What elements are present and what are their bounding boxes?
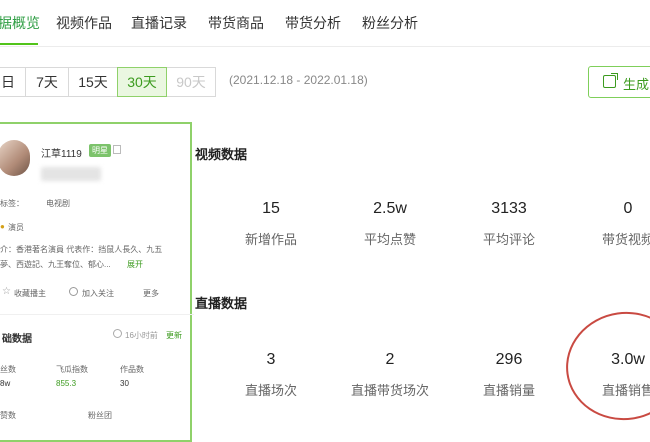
bio-line-2: 夢、西遊記、九王奪位、郁心... bbox=[0, 260, 111, 269]
tab-fans-analysis[interactable]: 粉丝分析 bbox=[362, 13, 418, 33]
verified-badge: 明星 bbox=[89, 144, 111, 157]
metric-live-volume-value: 296 bbox=[495, 351, 523, 368]
metric-sales-videos-value: 0 bbox=[623, 200, 633, 217]
date-range-text: (2021.12.18 - 2022.01.18) bbox=[229, 73, 368, 87]
tab-live-records[interactable]: 直播记录 bbox=[131, 13, 187, 33]
metric-new-works-label: 新增作品 bbox=[244, 232, 297, 247]
stat-label-fan-club: 粉丝团 bbox=[88, 411, 112, 420]
metric-live-sales-sessions-value: 2 bbox=[385, 351, 395, 368]
range-90d-button[interactable]: 90天 bbox=[166, 67, 216, 97]
stat-label-likes: 赞数 bbox=[0, 411, 16, 420]
live-data-title: 直播数据 bbox=[195, 296, 248, 311]
blurred-account-id bbox=[41, 167, 101, 181]
follow-icon bbox=[69, 287, 78, 296]
tab-products[interactable]: 带货商品 bbox=[208, 13, 264, 33]
update-time: 16小时前 bbox=[125, 331, 158, 340]
metric-sales-videos-label: 带货视频 bbox=[601, 232, 650, 247]
basic-data-title: 础数据 bbox=[2, 334, 32, 345]
metric-new-works-value: 15 bbox=[262, 200, 280, 217]
stat-label-index: 飞瓜指数 bbox=[56, 365, 88, 374]
export-icon bbox=[603, 73, 618, 88]
range-yesterday-button[interactable]: 日 bbox=[0, 67, 26, 97]
red-annotation-circle bbox=[559, 304, 650, 428]
avatar bbox=[0, 140, 30, 176]
tab-bar: 据概览 视频作品 直播记录 带货商品 带货分析 粉丝分析 bbox=[0, 0, 650, 47]
stat-value-index: 855.3 bbox=[56, 379, 77, 388]
divider bbox=[0, 314, 194, 315]
stat-label-works: 作品数 bbox=[120, 365, 144, 374]
metric-live-sales-sessions-label: 直播带货场次 bbox=[350, 383, 429, 398]
video-data-title: 视频数据 bbox=[195, 147, 248, 162]
metric-live-volume-label: 直播销量 bbox=[482, 383, 535, 398]
role-icon: ● bbox=[0, 222, 5, 231]
tag-label: 标签： bbox=[0, 199, 24, 208]
stat-label-fans: 丝数 bbox=[0, 365, 16, 374]
generate-report-button[interactable]: 生成 bbox=[588, 66, 650, 98]
profile-card: 江草1119 明星 标签： 电视剧 ● 演员 介：香港著名演員 代表作：挡鼠人長… bbox=[0, 122, 194, 442]
metric-live-sessions-value: 3 bbox=[266, 351, 276, 368]
metric-avg-likes-label: 平均点赞 bbox=[363, 232, 416, 247]
active-tab-indicator bbox=[0, 43, 38, 45]
stat-value-fans: 8w bbox=[0, 379, 11, 388]
profile-name: 江草1119 bbox=[41, 149, 82, 160]
tab-video-works[interactable]: 视频作品 bbox=[56, 13, 112, 33]
metric-live-sessions-label: 直播场次 bbox=[244, 383, 297, 398]
stat-value-works: 30 bbox=[120, 379, 129, 388]
metric-avg-likes-value: 2.5w bbox=[373, 200, 407, 217]
clock-icon bbox=[113, 329, 122, 338]
role-text: 演员 bbox=[8, 223, 24, 232]
tag-value: 电视剧 bbox=[46, 199, 70, 208]
expand-link[interactable]: 展开 bbox=[127, 259, 143, 270]
favorite-button[interactable]: 收藏播主 bbox=[14, 288, 46, 299]
star-icon: ☆ bbox=[2, 286, 11, 297]
tab-sales-analysis[interactable]: 带货分析 bbox=[285, 13, 341, 33]
range-7d-button[interactable]: 7天 bbox=[25, 67, 69, 97]
metric-avg-comments-value: 3133 bbox=[491, 200, 527, 217]
tab-data-overview[interactable]: 据概览 bbox=[0, 13, 40, 33]
follow-button[interactable]: 加入关注 bbox=[82, 288, 114, 299]
range-15d-button[interactable]: 15天 bbox=[68, 67, 118, 97]
bio-line-1: 介：香港著名演員 代表作：挡鼠人長久、九五 bbox=[0, 245, 163, 254]
metric-avg-comments-label: 平均评论 bbox=[482, 232, 535, 247]
update-link[interactable]: 更新 bbox=[166, 330, 182, 341]
more-button[interactable]: 更多 bbox=[143, 288, 159, 299]
range-30d-button[interactable]: 30天 bbox=[117, 67, 167, 97]
copy-icon[interactable] bbox=[113, 145, 121, 154]
